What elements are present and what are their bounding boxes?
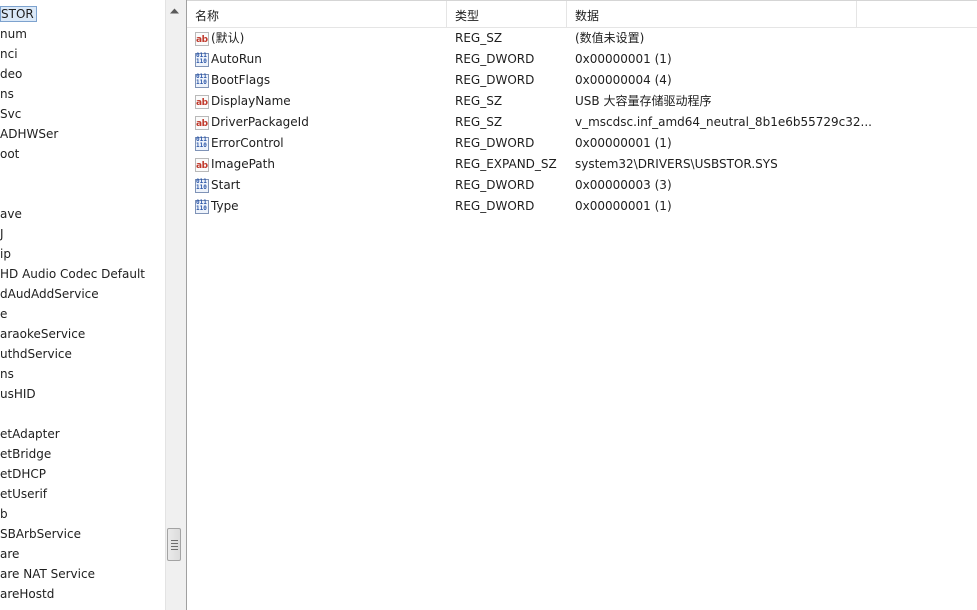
value-data: v_mscdsc.inf_amd64_neutral_8b1e6b55729c3… bbox=[575, 115, 872, 129]
tree-item[interactable]: areHostd bbox=[0, 584, 54, 604]
tree-item[interactable]: dAudAddService bbox=[0, 284, 99, 304]
binary-value-icon bbox=[195, 73, 209, 88]
tree-item[interactable]: etBridge bbox=[0, 444, 51, 464]
value-data: (数值未设置) bbox=[575, 31, 645, 45]
value-row[interactable]: ImagePath REG_EXPAND_SZ system32\DRIVERS… bbox=[187, 154, 977, 177]
tree-item[interactable]: ns bbox=[0, 84, 14, 104]
value-name-cell: BootFlags bbox=[195, 70, 270, 91]
tree-item[interactable]: usHID bbox=[0, 384, 36, 404]
grip-line bbox=[170, 545, 178, 547]
grip-line bbox=[170, 542, 178, 544]
scroll-up-button[interactable] bbox=[166, 2, 183, 19]
value-name-cell: Type bbox=[195, 196, 239, 217]
value-type: REG_SZ bbox=[455, 115, 503, 129]
column-header-type[interactable]: 类型 bbox=[447, 1, 567, 28]
value-type: REG_DWORD bbox=[455, 178, 535, 192]
value-data: 0x00000003 (3) bbox=[575, 178, 672, 192]
tree-item[interactable]: ns bbox=[0, 364, 14, 384]
string-value-icon bbox=[195, 30, 209, 51]
value-name: (默认) bbox=[211, 31, 245, 45]
value-name-cell: ErrorControl bbox=[195, 133, 284, 154]
binary-value-icon bbox=[195, 136, 209, 151]
tree-item[interactable]: e bbox=[0, 304, 7, 324]
value-name: ImagePath bbox=[211, 157, 275, 171]
tree-item[interactable]: SBArbService bbox=[0, 524, 81, 544]
tree-item[interactable]: HD Audio Codec Default bbox=[0, 264, 145, 284]
list-header: 名称 类型 数据 bbox=[187, 0, 977, 28]
tree-item[interactable]: uthdService bbox=[0, 344, 72, 364]
tree-item[interactable]: etAdapter bbox=[0, 424, 60, 444]
value-name: DriverPackageId bbox=[211, 115, 309, 129]
string-value-icon bbox=[195, 93, 209, 114]
value-name-cell: (默认) bbox=[195, 28, 245, 51]
grip-line bbox=[170, 548, 178, 550]
registry-value-list[interactable]: 名称 类型 数据 (默认) REG_SZ (数值未设置) AutoRun REG… bbox=[187, 0, 977, 610]
value-name: AutoRun bbox=[211, 52, 262, 66]
tree-vertical-scrollbar[interactable] bbox=[165, 0, 182, 610]
binary-value-icon bbox=[195, 178, 209, 193]
arrow-up-icon bbox=[170, 8, 179, 13]
tree-item[interactable]: b bbox=[0, 504, 8, 524]
value-type: REG_SZ bbox=[455, 94, 503, 108]
tree-item[interactable]: Svc bbox=[0, 104, 21, 124]
value-row[interactable]: BootFlags REG_DWORD 0x00000004 (4) bbox=[187, 70, 977, 91]
tree-item[interactable]: ip bbox=[0, 244, 11, 264]
value-row[interactable]: AutoRun REG_DWORD 0x00000001 (1) bbox=[187, 49, 977, 70]
string-value-icon bbox=[195, 156, 209, 177]
value-data: USB 大容量存储驱动程序 bbox=[575, 94, 712, 108]
value-name: ErrorControl bbox=[211, 136, 284, 150]
tree-item[interactable]: etDHCP bbox=[0, 464, 46, 484]
string-value-icon bbox=[195, 114, 209, 135]
value-name: BootFlags bbox=[211, 73, 271, 87]
value-name-cell: AutoRun bbox=[195, 49, 262, 70]
tree-item[interactable]: deo bbox=[0, 64, 22, 84]
value-row[interactable]: Type REG_DWORD 0x00000001 (1) bbox=[187, 196, 977, 217]
value-row[interactable]: (默认) REG_SZ (数值未设置) bbox=[187, 28, 977, 51]
value-name-cell: ImagePath bbox=[195, 154, 275, 177]
tree-item[interactable]: J bbox=[0, 224, 4, 244]
tree-item[interactable]: num bbox=[0, 24, 27, 44]
value-type: REG_DWORD bbox=[455, 52, 535, 66]
value-data: system32\DRIVERS\USBSTOR.SYS bbox=[575, 157, 778, 171]
value-type: REG_DWORD bbox=[455, 136, 535, 150]
tree-item-selected[interactable]: STOR bbox=[0, 4, 37, 24]
tree-item[interactable]: ave bbox=[0, 204, 22, 224]
value-name-cell: Start bbox=[195, 175, 240, 196]
column-header-data[interactable]: 数据 bbox=[567, 1, 857, 28]
tree-item[interactable]: etUserif bbox=[0, 484, 47, 504]
value-type: REG_EXPAND_SZ bbox=[455, 157, 557, 171]
tree-item[interactable]: are bbox=[0, 544, 19, 564]
registry-key-tree[interactable]: STOR num nci deo ns Svc ADHWSer oot ave … bbox=[0, 0, 165, 610]
value-name-cell: DisplayName bbox=[195, 91, 291, 114]
value-name-cell: DriverPackageId bbox=[195, 112, 309, 135]
value-row[interactable]: DriverPackageId REG_SZ v_mscdsc.inf_amd6… bbox=[187, 112, 977, 135]
value-name: DisplayName bbox=[211, 94, 291, 108]
scrollbar-thumb[interactable] bbox=[167, 528, 181, 561]
value-row[interactable]: DisplayName REG_SZ USB 大容量存储驱动程序 bbox=[187, 91, 977, 114]
tree-item[interactable]: nci bbox=[0, 44, 18, 64]
binary-value-icon bbox=[195, 52, 209, 67]
value-type: REG_DWORD bbox=[455, 199, 535, 213]
tree-item[interactable]: araokeService bbox=[0, 324, 85, 344]
value-row[interactable]: ErrorControl REG_DWORD 0x00000001 (1) bbox=[187, 133, 977, 154]
value-data: 0x00000004 (4) bbox=[575, 73, 672, 87]
tree-item[interactable]: are NAT Service bbox=[0, 564, 95, 584]
grip-line bbox=[170, 539, 178, 541]
value-data: 0x00000001 (1) bbox=[575, 136, 672, 150]
value-data: 0x00000001 (1) bbox=[575, 52, 672, 66]
value-data: 0x00000001 (1) bbox=[575, 199, 672, 213]
tree-item[interactable]: oot bbox=[0, 144, 19, 164]
tree-item[interactable]: ADHWSer bbox=[0, 124, 58, 144]
column-header-name[interactable]: 名称 bbox=[187, 1, 447, 28]
value-type: REG_SZ bbox=[455, 31, 503, 45]
binary-value-icon bbox=[195, 199, 209, 214]
value-row[interactable]: Start REG_DWORD 0x00000003 (3) bbox=[187, 175, 977, 196]
value-name: Start bbox=[211, 178, 241, 192]
value-name: Type bbox=[211, 199, 239, 213]
value-type: REG_DWORD bbox=[455, 73, 535, 87]
